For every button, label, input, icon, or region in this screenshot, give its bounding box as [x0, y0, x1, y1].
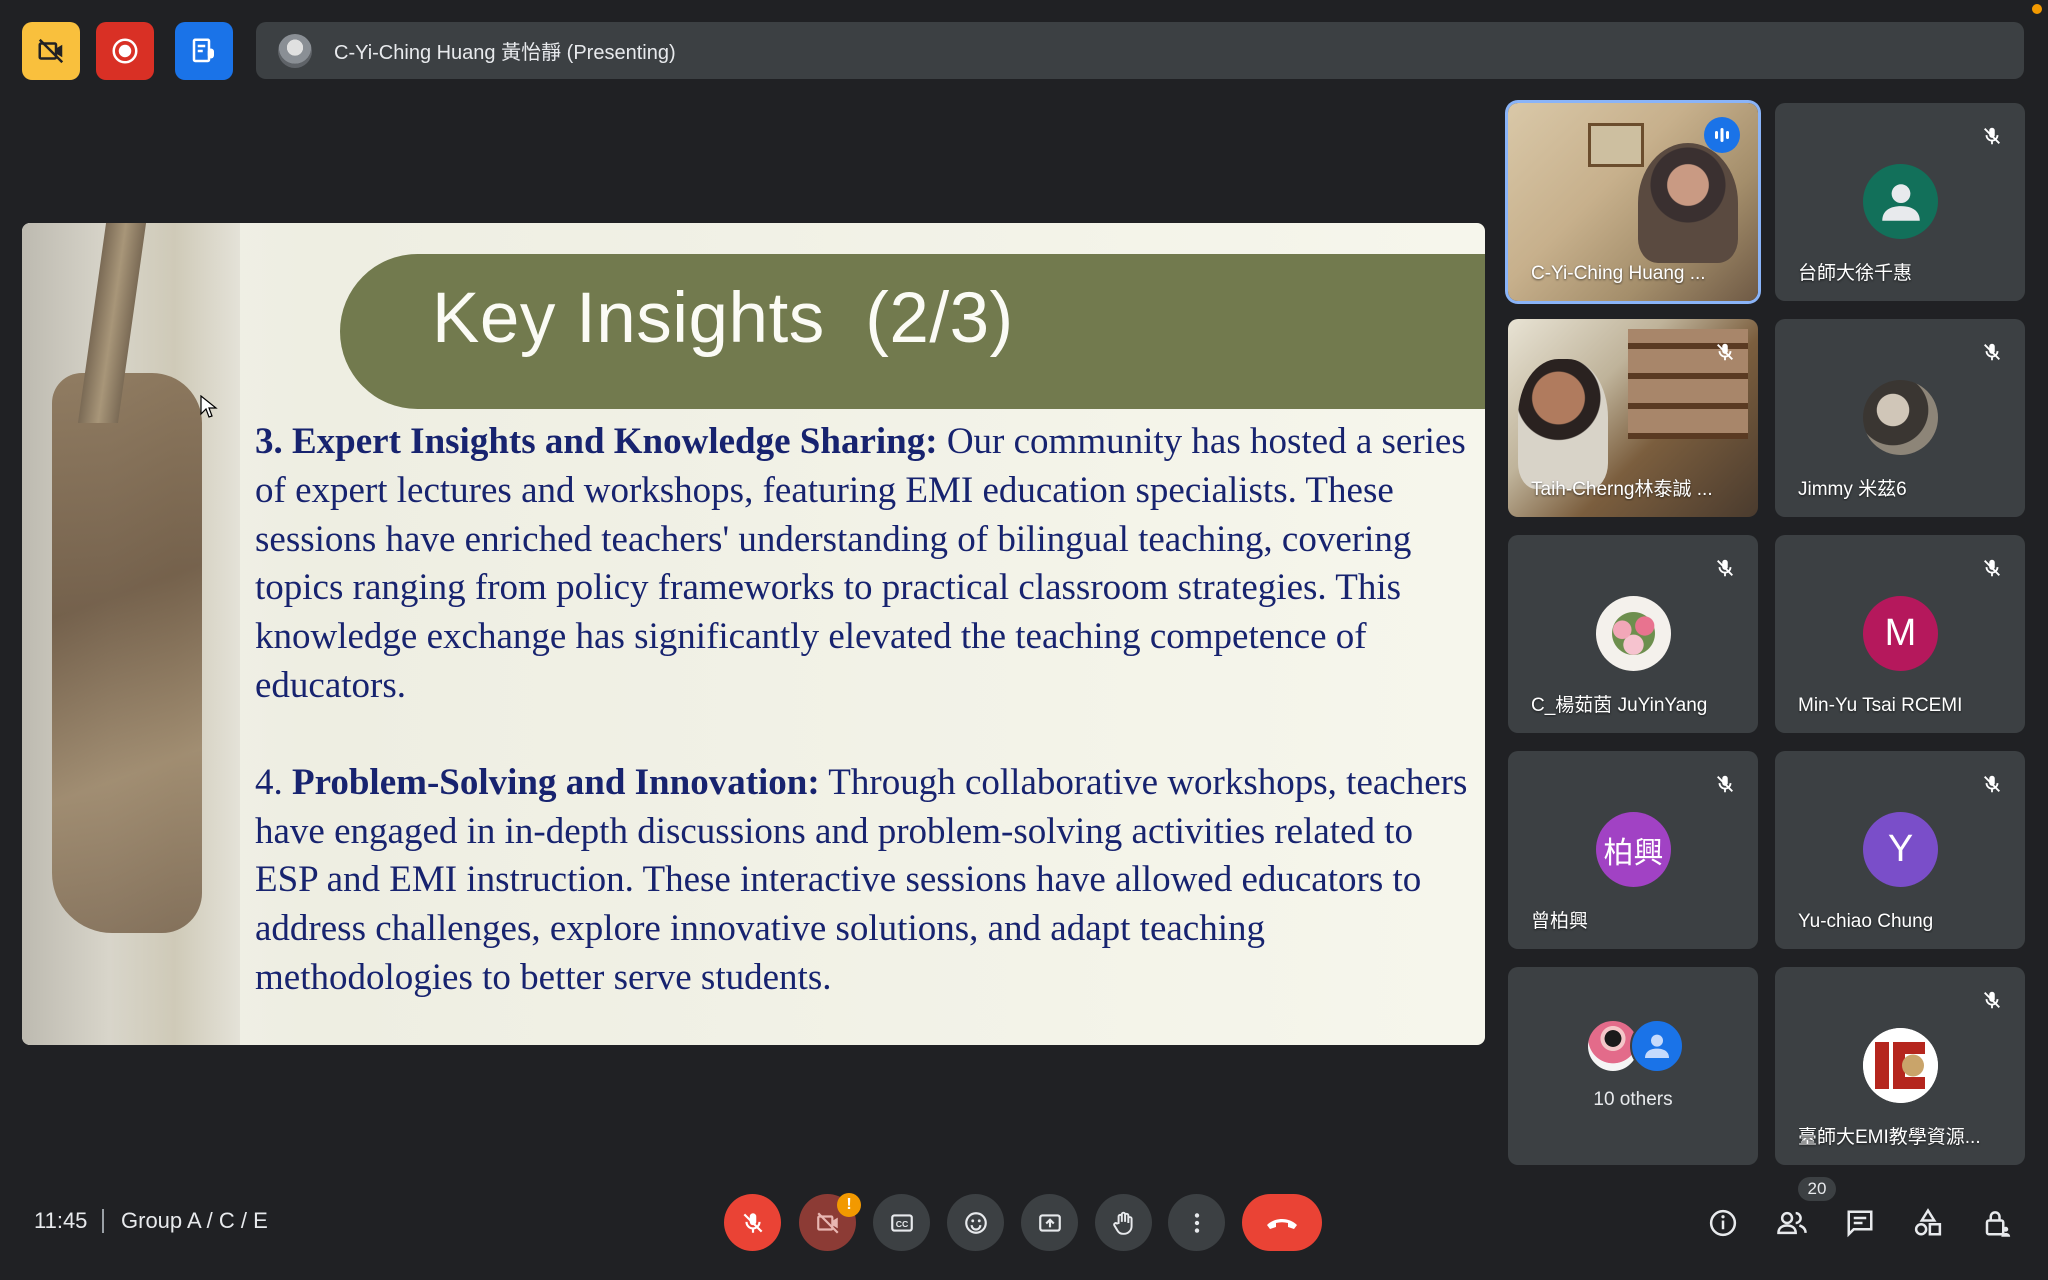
camera-off-icon	[816, 1211, 839, 1234]
insight-3-heading: 3. Expert Insights and Knowledge Sharing…	[255, 421, 938, 462]
lock-person-icon	[1985, 1211, 2011, 1237]
participant-tile-taih-cherng[interactable]: Taih-Cherng林泰誠 ...	[1508, 319, 1758, 517]
meeting-time: 11:45	[34, 1208, 88, 1233]
insight-4-number: 4.	[255, 761, 292, 803]
participant-tile-ju-yin-yang[interactable]: C_楊茹茵 JuYinYang	[1508, 535, 1758, 733]
mic-muted-icon	[1977, 769, 2007, 799]
speaking-indicator-icon	[1704, 117, 1740, 153]
participant-tile-yu-chiao-chung[interactable]: Y Yu-chiao Chung	[1775, 751, 2025, 949]
presenter-label: C-Yi-Ching Huang 黃怡靜 (Presenting)	[334, 42, 676, 64]
mic-toggle-button[interactable]	[724, 1194, 781, 1251]
info-icon	[1709, 1209, 1737, 1237]
hang-up-icon	[1267, 1218, 1297, 1229]
emoji-icon	[964, 1211, 987, 1234]
people-button[interactable]	[1772, 1203, 1812, 1243]
participant-name: Yu-chiao Chung	[1798, 911, 1934, 932]
mic-muted-icon	[1977, 337, 2007, 367]
presenter-avatar	[278, 33, 312, 68]
mic-muted-icon	[1710, 769, 1740, 799]
video-off-button[interactable]	[22, 22, 80, 80]
participant-name: 台師大徐千惠	[1798, 263, 1913, 284]
chat-button[interactable]	[1840, 1203, 1880, 1243]
captions-button[interactable]: CC	[873, 1194, 930, 1251]
more-vert-icon	[1194, 1212, 1199, 1233]
mic-muted-icon	[1977, 553, 2007, 583]
people-icon	[1777, 1211, 1807, 1235]
participant-name: 曾柏興	[1531, 911, 1589, 932]
profile-photo	[1596, 596, 1671, 671]
initial-avatar: M	[1863, 596, 1938, 671]
svg-text:CC: CC	[895, 1218, 908, 1228]
participant-tile-c-yi-ching-huang[interactable]: C-Yi-Ching Huang ...	[1508, 103, 1758, 301]
participant-tile-min-yu-tsai[interactable]: M Min-Yu Tsai RCEMI	[1775, 535, 2025, 733]
transcript-icon	[192, 38, 214, 63]
recording-button[interactable]	[96, 22, 154, 80]
host-controls-button[interactable]	[1977, 1203, 2017, 1243]
mic-muted-icon	[1710, 553, 1740, 583]
initial-avatar: Y	[1863, 812, 1938, 887]
participant-name: Min-Yu Tsai RCEMI	[1798, 695, 1963, 716]
more-options-button[interactable]	[1168, 1194, 1225, 1251]
logo-avatar	[1863, 1028, 1938, 1103]
wall-picture	[1588, 123, 1644, 167]
activities-button[interactable]	[1908, 1203, 1948, 1243]
mic-muted-icon	[1977, 121, 2007, 151]
divider	[102, 1209, 104, 1233]
bag-image	[52, 373, 202, 933]
raise-hand-button[interactable]	[1095, 1194, 1152, 1251]
insight-3-paragraph: 3. Expert Insights and Knowledge Sharing…	[255, 418, 1475, 711]
recording-indicator-dot	[2032, 4, 2042, 14]
insight-4-paragraph: 4. Problem-Solving and Innovation: Throu…	[255, 759, 1475, 1003]
camera-warning-badge: !	[837, 1193, 861, 1217]
presentation-slide: Key Insights (2/3) 3. Expert Insights an…	[22, 223, 1485, 1045]
participant-name: Jimmy 米茲6	[1798, 479, 1907, 500]
participant-name: C-Yi-Ching Huang ...	[1531, 263, 1706, 284]
participant-name: C_楊茹茵 JuYinYang	[1531, 695, 1708, 716]
generic-avatar-icon	[1863, 164, 1938, 239]
slide-title: Key Insights (2/3)	[432, 279, 1014, 358]
meeting-info-button[interactable]	[1703, 1203, 1743, 1243]
slide-background-photo	[22, 223, 240, 1045]
video-feed	[1518, 359, 1608, 489]
participant-count-badge: 20	[1798, 1177, 1836, 1201]
captions-icon: CC	[890, 1213, 913, 1232]
insight-3-text: Our community has hosted a series of exp…	[255, 421, 1466, 706]
others-label: 10 others	[1593, 1089, 1673, 1110]
participant-tile-zeng-bo-xing[interactable]: 柏興 曾柏興	[1508, 751, 1758, 949]
slide-body: 3. Expert Insights and Knowledge Sharing…	[255, 418, 1475, 1003]
leave-call-button[interactable]	[1242, 1194, 1322, 1251]
participant-tile-1[interactable]: 台師大徐千惠	[1775, 103, 2025, 301]
insight-4-heading: Problem-Solving and Innovation:	[292, 761, 820, 803]
others-avatar-generic	[1630, 1019, 1684, 1073]
participant-name: 臺師大EMI教學資源...	[1798, 1127, 1981, 1148]
mouse-cursor-icon	[200, 395, 218, 418]
profile-photo	[1863, 380, 1938, 455]
participant-name: Taih-Cherng林泰誠 ...	[1531, 479, 1713, 500]
present-screen-icon	[1038, 1213, 1061, 1232]
activities-shapes-icon	[1914, 1208, 1942, 1236]
initial-avatar: 柏興	[1596, 812, 1671, 887]
presenter-bar[interactable]: C-Yi-Ching Huang 黃怡靜 (Presenting)	[256, 22, 2024, 79]
transcript-button[interactable]	[175, 22, 233, 80]
participant-tile-jimmy[interactable]: Jimmy 米茲6	[1775, 319, 2025, 517]
mic-off-icon	[743, 1212, 762, 1233]
video-feed	[1638, 143, 1738, 263]
reactions-button[interactable]	[947, 1194, 1004, 1251]
no-video-icon	[38, 38, 64, 64]
present-button[interactable]	[1021, 1194, 1078, 1251]
record-icon	[112, 38, 138, 64]
meeting-name: Group A / C / E	[121, 1208, 268, 1233]
hand-icon	[1112, 1211, 1133, 1235]
participant-tile-emi-resource[interactable]: 臺師大EMI教學資源...	[1775, 967, 2025, 1165]
mic-muted-icon	[1710, 337, 1740, 367]
mic-muted-icon	[1977, 985, 2007, 1015]
others-tile[interactable]: 10 others	[1508, 967, 1758, 1165]
chat-icon	[1847, 1210, 1873, 1238]
